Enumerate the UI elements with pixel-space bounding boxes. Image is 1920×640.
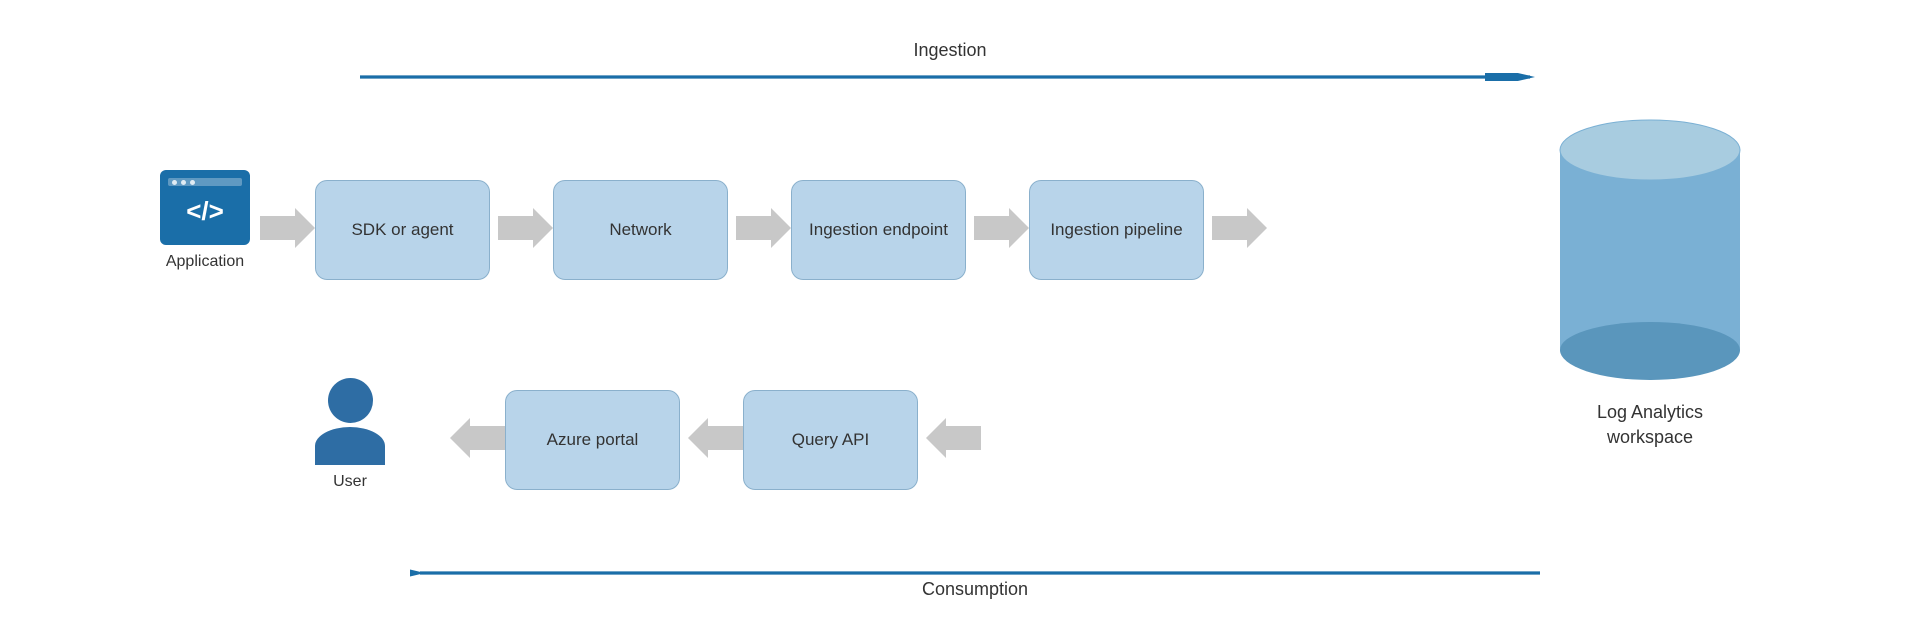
dot3 — [190, 180, 195, 185]
arrow-endpoint-to-pipeline — [974, 208, 1029, 253]
db-container: Log Analyticsworkspace — [1540, 110, 1760, 450]
query-api-box: Query API — [743, 390, 918, 490]
consumption-label: Consumption — [410, 579, 1540, 600]
diagram-container: Ingestion </> Appl — [0, 0, 1920, 640]
arrow-app-to-sdk — [260, 208, 315, 253]
user-body — [315, 427, 385, 465]
arrow-portal-to-user — [450, 418, 505, 463]
arrow-queryapi-to-portal — [688, 418, 743, 463]
ingestion-label: Ingestion — [360, 40, 1540, 61]
sdk-agent-box: SDK or agent — [315, 180, 490, 280]
db-label: Log Analyticsworkspace — [1597, 400, 1703, 450]
application-icon: </> Application — [160, 170, 250, 271]
application-label: Application — [166, 253, 244, 271]
dot1 — [172, 180, 177, 185]
ingestion-endpoint-box: Ingestion endpoint — [791, 180, 966, 280]
code-bracket: </> — [186, 196, 224, 227]
consumption-arrow — [410, 564, 1540, 572]
user-icon: User — [315, 378, 385, 491]
arrow-network-to-endpoint — [736, 208, 791, 253]
app-icon-box: </> — [160, 170, 250, 245]
app-icon-dots — [172, 180, 195, 185]
azure-portal-box: Azure portal — [505, 390, 680, 490]
dot2 — [181, 180, 186, 185]
ingestion-pipeline-box: Ingestion pipeline — [1029, 180, 1204, 280]
user-label: User — [333, 473, 367, 491]
arrow-sdk-to-network — [498, 208, 553, 253]
user-head — [328, 378, 373, 423]
diagram-inner: Ingestion </> Appl — [160, 30, 1760, 610]
arrow-db-to-queryapi — [926, 418, 981, 463]
network-box: Network — [553, 180, 728, 280]
ingestion-arrow — [360, 68, 1540, 76]
arrow-pipeline-to-db — [1212, 208, 1267, 253]
db-cylinder — [1550, 110, 1750, 390]
